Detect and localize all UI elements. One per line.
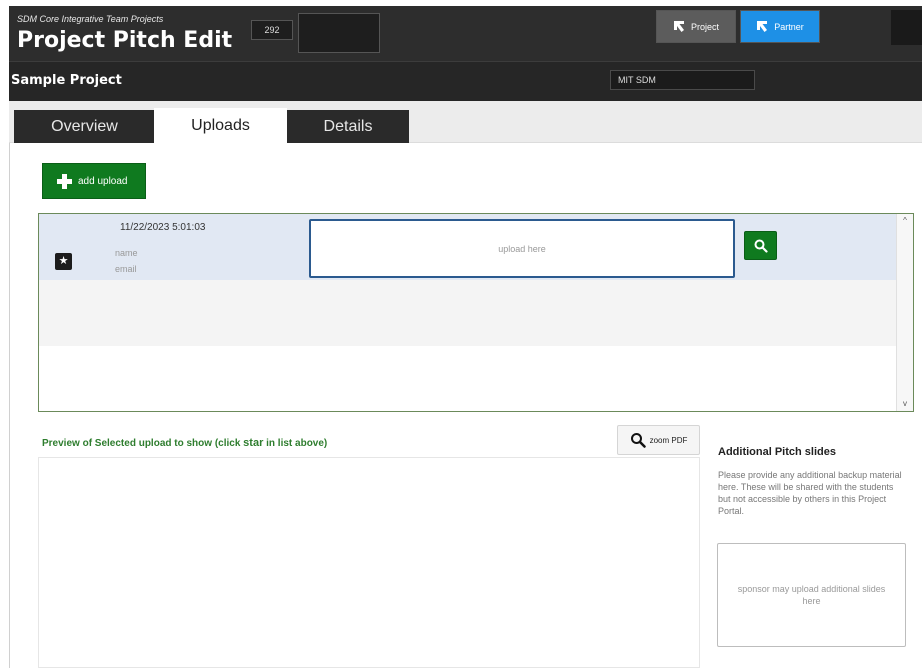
list-scrollbar[interactable]: ^ v bbox=[896, 214, 913, 411]
project-button-label: Project bbox=[690, 21, 719, 32]
preview-label-star: star bbox=[243, 437, 264, 449]
pdf-preview-area[interactable] bbox=[38, 457, 700, 668]
plus-icon bbox=[57, 173, 72, 189]
upload-dropzone-label: upload here bbox=[498, 243, 546, 254]
partner-button[interactable]: Partner bbox=[740, 10, 820, 43]
list-item[interactable]: 11/22/2023 5:01:03 name email ★ upload h… bbox=[39, 214, 896, 280]
project-bar: Sample Project MIT SDM bbox=[9, 61, 922, 101]
tab-uploads[interactable]: Uploads bbox=[154, 108, 287, 144]
magnifier-icon bbox=[630, 433, 646, 448]
email-field[interactable]: email bbox=[115, 264, 137, 274]
additional-slides-title: Additional Pitch slides bbox=[718, 446, 836, 458]
uploads-panel: add upload 11/22/2023 5:01:03 name email… bbox=[9, 143, 922, 668]
project-button[interactable]: Project bbox=[656, 10, 736, 43]
header-blank-box bbox=[298, 13, 380, 53]
page-title: Project Pitch Edit bbox=[17, 28, 233, 53]
add-upload-button[interactable]: add upload bbox=[42, 163, 146, 199]
zoom-pdf-button[interactable]: zoom PDF bbox=[617, 425, 700, 455]
search-button[interactable] bbox=[744, 231, 777, 260]
tab-overview[interactable]: Overview bbox=[14, 110, 155, 143]
zoom-pdf-label: zoom PDF bbox=[649, 435, 688, 445]
additional-slides-description: Please provide any additional backup mat… bbox=[718, 470, 902, 516]
arrow-icon bbox=[673, 20, 684, 32]
upload-timestamp: 11/22/2023 5:01:03 bbox=[120, 222, 206, 233]
partner-button-label: Partner bbox=[774, 21, 804, 32]
chevron-down-icon[interactable]: v bbox=[900, 399, 910, 409]
tab-details[interactable]: Details bbox=[287, 110, 409, 143]
name-field[interactable]: name bbox=[115, 248, 138, 258]
tab-bar: Overview Uploads Details bbox=[9, 101, 922, 144]
preview-label: Preview of Selected upload to show (clic… bbox=[42, 437, 327, 449]
add-upload-label: add upload bbox=[78, 175, 128, 187]
preview-label-start: Preview of Selected upload to show (clic… bbox=[42, 438, 244, 449]
additional-slides-dropzone[interactable]: sponsor may upload additional slides her… bbox=[717, 543, 906, 647]
upload-dropzone[interactable]: upload here bbox=[309, 219, 735, 278]
project-name: Sample Project bbox=[11, 73, 122, 88]
organization-field[interactable]: MIT SDM bbox=[610, 70, 755, 90]
arrow-icon bbox=[757, 20, 768, 32]
star-icon[interactable]: ★ bbox=[55, 253, 72, 270]
search-icon bbox=[754, 239, 768, 253]
chevron-up-icon[interactable]: ^ bbox=[900, 216, 910, 226]
uploads-list: 11/22/2023 5:01:03 name email ★ upload h… bbox=[38, 213, 914, 412]
app-header: SDM Core Integrative Team Projects Proje… bbox=[9, 6, 922, 101]
additional-slides-placeholder: sponsor may upload additional slides her… bbox=[737, 584, 886, 606]
edge-button[interactable] bbox=[891, 10, 922, 45]
app-subtitle: SDM Core Integrative Team Projects bbox=[17, 14, 164, 24]
project-id-field[interactable]: 292 bbox=[251, 20, 293, 40]
preview-label-end: in list above) bbox=[263, 438, 328, 449]
list-item[interactable] bbox=[39, 280, 896, 346]
